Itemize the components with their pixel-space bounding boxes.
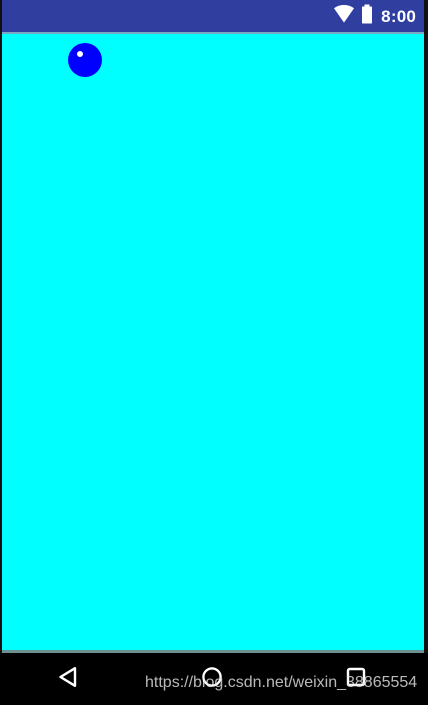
status-bar: 8:00 bbox=[2, 0, 424, 32]
wifi-icon bbox=[333, 4, 355, 28]
back-button[interactable] bbox=[54, 665, 82, 693]
status-time: 8:00 bbox=[381, 6, 416, 26]
navigation-bar bbox=[0, 653, 428, 705]
battery-icon bbox=[361, 4, 373, 29]
blue-ball bbox=[68, 43, 102, 77]
ball-highlight bbox=[77, 51, 83, 57]
recents-icon bbox=[344, 665, 368, 694]
home-icon bbox=[200, 665, 224, 694]
recents-button[interactable] bbox=[342, 665, 370, 693]
back-icon bbox=[57, 665, 79, 694]
animation-canvas bbox=[2, 32, 424, 653]
status-icons: 8:00 bbox=[333, 0, 416, 32]
phone-screen: 8:00 https://blog.csdn.net/weixin_388655… bbox=[0, 0, 428, 705]
home-button[interactable] bbox=[198, 665, 226, 693]
